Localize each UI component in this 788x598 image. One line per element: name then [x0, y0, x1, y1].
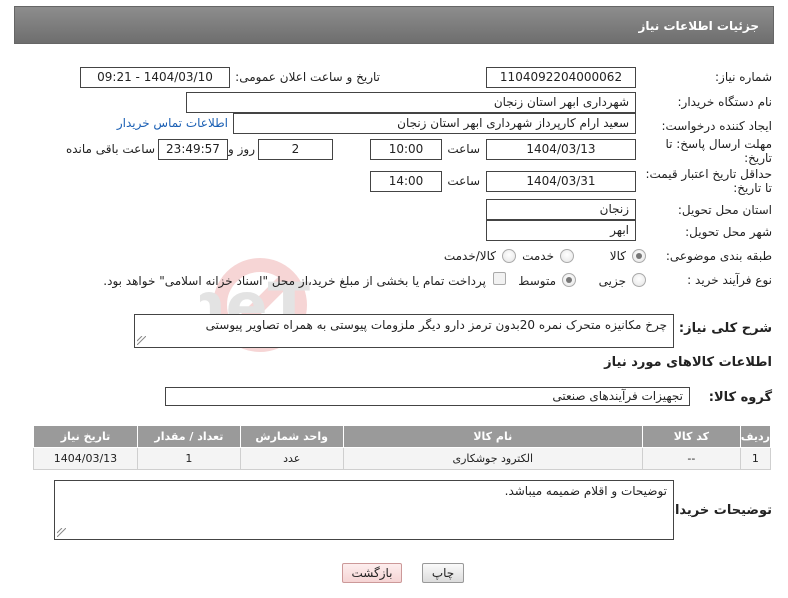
subject-goods-service-radio[interactable] [502, 249, 516, 263]
col-quantity: تعداد / مقدار [136, 425, 241, 448]
cell-need-date: 1404/03/13 [33, 447, 138, 470]
col-unit: واحد شمارش [239, 425, 344, 448]
resize-grip-icon[interactable] [137, 336, 146, 345]
col-need-date: تاریخ نیاز [33, 425, 138, 448]
price-validity-time-field[interactable]: 14:00 [370, 171, 442, 192]
cell-unit: عدد [239, 447, 344, 470]
goods-group-label: گروه کالا: [708, 390, 772, 405]
buyer-contact-link[interactable]: اطلاعات تماس خریدار [117, 116, 228, 130]
buyer-org-field[interactable]: شهرداری ابهر استان زنجان [186, 92, 636, 113]
delivery-city-field[interactable]: ابهر [486, 220, 636, 241]
reply-deadline-time-field[interactable]: 10:00 [370, 139, 442, 160]
requester-field[interactable]: سعید ارام کارپرداز شهرداری ابهر استان زن… [233, 113, 636, 134]
resize-grip-icon[interactable] [57, 528, 66, 537]
buyer-org-label: نام دستگاه خریدار: [677, 95, 773, 109]
general-description-field[interactable]: چرخ مکانیزه متحرک نمره 20بدون ترمز دارو … [134, 314, 674, 348]
table-row[interactable]: 1 -- الکترود جوشکاری عدد 1 1404/03/13 [33, 447, 772, 470]
purchase-process-label: نوع فرآیند خرید : [687, 273, 772, 287]
reply-deadline-label: مهلت ارسال پاسخ: تا تاریخ: [665, 137, 772, 165]
price-validity-label: حداقل تاریخ اعتبار قیمت: تا تاریخ: [645, 167, 772, 195]
cell-quantity: 1 [136, 447, 241, 470]
announce-datetime-field[interactable]: 1404/03/10 - 09:21 [80, 67, 230, 88]
col-goods-code: کد کالا [641, 425, 741, 448]
reply-deadline-date-field[interactable]: 1404/03/13 [486, 139, 636, 160]
reply-deadline-time-label: ساعت [447, 142, 480, 156]
items-table-header: ردیف کد کالا نام کالا واحد شمارش تعداد /… [33, 425, 772, 448]
process-partial-radio[interactable] [632, 273, 646, 287]
subject-service-label: خدمت [522, 249, 554, 263]
subject-goods-service-label: کالا/خدمت [443, 249, 496, 263]
need-number-label: شماره نیاز: [715, 70, 772, 84]
items-table: ردیف کد کالا نام کالا واحد شمارش تعداد /… [33, 425, 772, 470]
requester-label: ایجاد کننده درخواست: [661, 119, 772, 133]
process-medium-label: متوسط [518, 274, 556, 288]
price-validity-date-field[interactable]: 1404/03/31 [486, 171, 636, 192]
reply-days-label: روز و [228, 142, 255, 156]
cell-goods-name: الکترود جوشکاری [342, 447, 643, 470]
print-button[interactable]: چاپ [422, 563, 464, 583]
col-row-number: ردیف [739, 425, 772, 448]
buyer-notes-text: توضیحات و اقلام ضمیمه میباشد. [504, 484, 667, 498]
subject-service-radio[interactable] [560, 249, 574, 263]
buyer-notes-label: توضیحات خریدار: [662, 503, 772, 518]
cell-row-number: 1 [739, 447, 772, 470]
need-number-field[interactable]: 1104092204000062 [486, 67, 636, 88]
goods-info-heading: اطلاعات کالاهای مورد نیاز [604, 355, 772, 370]
reply-days-field[interactable]: 2 [258, 139, 333, 160]
page-header: جزئیات اطلاعات نیاز [14, 6, 774, 44]
subject-goods-label: کالا [609, 249, 626, 263]
page-title: جزئیات اطلاعات نیاز [638, 19, 759, 33]
announce-datetime-label: تاریخ و ساعت اعلان عمومی: [235, 70, 380, 84]
price-validity-time-label: ساعت [447, 174, 480, 188]
treasury-payment-checkbox[interactable] [493, 272, 506, 285]
treasury-payment-note: پرداخت تمام یا بخشی از مبلغ خرید،از محل … [103, 274, 486, 288]
cell-goods-code: -- [641, 447, 741, 470]
general-description-label: شرح کلی نیاز: [678, 321, 772, 336]
need-details-page: AriaTender.neT جزئیات اطلاعات نیاز شماره… [0, 0, 788, 598]
back-button[interactable]: بازگشت [342, 563, 402, 583]
buyer-notes-field[interactable]: توضیحات و اقلام ضمیمه میباشد. [54, 480, 674, 540]
delivery-province-field[interactable]: زنجان [486, 199, 636, 220]
subject-class-label: طبقه بندی موضوعی: [665, 249, 772, 263]
process-partial-label: جزیی [598, 274, 626, 288]
goods-group-field[interactable]: تجهیزات فرآیندهای صنعتی [165, 387, 690, 406]
col-goods-name: نام کالا [342, 425, 643, 448]
delivery-city-label: شهر محل تحویل: [685, 225, 772, 239]
process-medium-radio[interactable] [562, 273, 576, 287]
remaining-time-field[interactable]: 23:49:57 [158, 139, 228, 160]
general-description-text: چرخ مکانیزه متحرک نمره 20بدون ترمز دارو … [205, 318, 667, 332]
subject-goods-radio[interactable] [632, 249, 646, 263]
remaining-time-label: ساعت باقی مانده [65, 142, 155, 156]
delivery-province-label: استان محل تحویل: [677, 203, 772, 217]
